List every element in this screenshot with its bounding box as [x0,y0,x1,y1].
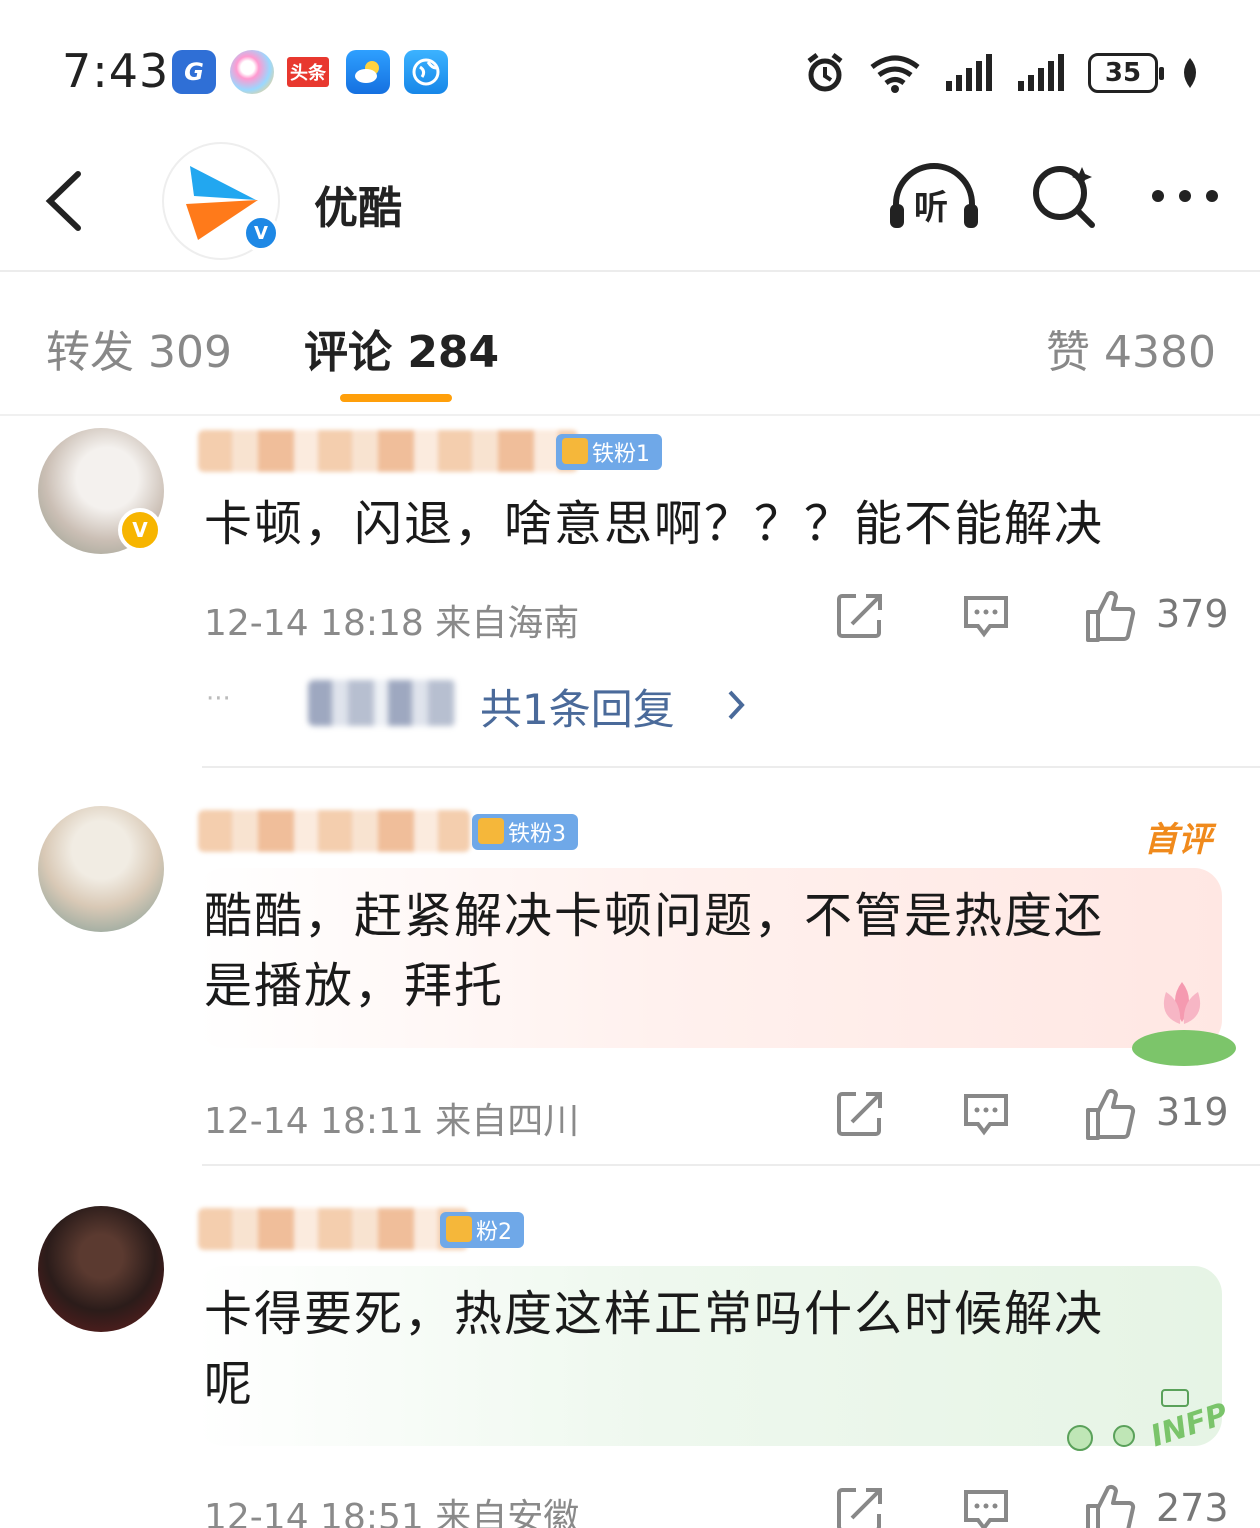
verified-badge: V [242,214,280,252]
reply-dots: ··· [206,684,231,714]
toutiao-app-icon: 头条 [286,50,330,94]
commenter-avatar[interactable] [38,1206,164,1332]
comment-meta: 12-14 18:18 来自海南 [204,603,580,644]
weather-app-icon [346,50,390,94]
comment-text: 卡顿，闪退，啥意思啊？？？能不能解决 [204,496,1105,552]
comment-icon[interactable] [960,1088,1012,1140]
signal-icon [946,54,992,91]
alarm-icon [807,53,843,92]
comment-actions: 319 [834,1084,1234,1144]
commenter-name[interactable] [198,1208,468,1250]
page-title: 优酷 [314,183,402,234]
listen-button[interactable]: 听 [888,160,980,232]
nav-actions: 听 [888,160,1220,232]
comment-item[interactable]: 铁粉3 首评 酷酷，赶紧解决卡顿问题，不管是热度还 是播放，拜托 12-14 1… [0,798,1260,1166]
fan-badge-label: 粉2 [476,1220,512,1245]
chevron-right-icon [728,690,745,720]
crown-icon [446,1216,472,1242]
status-indicators: 35 [804,46,1200,100]
toutiao-label: 头条 [287,57,329,87]
comment-divider [202,766,1260,768]
color-circle-app-icon [230,50,274,94]
listen-label: 听 [914,188,948,228]
comment-icon[interactable] [960,590,1012,642]
nav-bar: V 优酷 听 [0,140,1260,272]
active-tab-indicator [340,394,452,402]
infp-sticker: INFP [1064,1384,1244,1464]
reply-preview[interactable]: ··· 共1条回复 [204,676,824,736]
tab-likes[interactable]: 赞 4380 [1046,316,1216,380]
commenter-name[interactable] [198,430,578,472]
crown-icon [562,438,588,464]
clock: 7:43 [62,44,170,98]
reply-count-link[interactable]: 共1条回复 [480,676,675,737]
tab-bar: 转发 309 评论 284 赞 4380 [0,272,1260,416]
comment-meta: 12-14 18:51 来自安徽 [204,1497,580,1528]
fan-level-badge: 铁粉3 [472,814,578,850]
battery-indicator: 35 [1088,53,1164,93]
signal-icon-2 [1018,54,1064,91]
search-icon[interactable] [1030,161,1100,231]
like-icon[interactable] [1082,1482,1138,1528]
share-icon[interactable] [834,590,886,642]
comment-text-line1: 酷酷，赶紧解决卡顿问题，不管是热度还 [204,888,1105,944]
comment-actions: 379 [834,586,1234,646]
leaf-icon [1184,58,1196,88]
gf-app-icon: G [172,50,216,94]
share-icon[interactable] [834,1484,886,1528]
fan-level-badge: 铁粉1 [556,434,662,470]
status-bar: 7:43 G 头条 35 [0,0,1260,140]
first-comment-badge: 首评 [1144,820,1212,860]
reply-author-blur [308,680,456,726]
like-count: 379 [1156,592,1229,636]
like-icon[interactable] [1082,1086,1138,1142]
commenter-name[interactable] [198,810,470,852]
like-icon[interactable] [1082,588,1138,644]
fan-badge-label: 铁粉3 [508,822,566,847]
comment-text-line2: 是播放，拜托 [204,958,505,1014]
like-count: 319 [1156,1090,1229,1134]
lotus-sticker-icon [1132,982,1236,1066]
account-avatar[interactable]: V [162,142,280,260]
browser-app-icon [404,50,448,94]
share-icon[interactable] [834,1088,886,1140]
comment-text-line1: 卡得要死，热度这样正常吗什么时候解决 [204,1286,1105,1342]
more-options-icon[interactable] [1150,186,1220,206]
tab-comments[interactable]: 评论 284 [304,316,499,380]
comment-item[interactable]: 粉2 卡得要死，热度这样正常吗什么时候解决 呢 INFP 12-14 18:51… [0,1196,1260,1528]
crown-icon [478,818,504,844]
comment-divider [202,1164,1260,1166]
comment-actions: 273 [834,1480,1234,1528]
comment-meta: 12-14 18:11 来自四川 [204,1101,580,1142]
comment-item[interactable]: V 铁粉1 卡顿，闪退，啥意思啊？？？能不能解决 12-14 18:18 来自海… [0,418,1260,770]
back-arrow-icon[interactable] [38,166,98,236]
vip-badge: V [118,508,162,552]
fan-level-badge: 粉2 [440,1212,524,1248]
fan-badge-label: 铁粉1 [592,442,650,467]
comment-text-line2: 呢 [204,1356,255,1412]
comment-icon[interactable] [960,1484,1012,1528]
commenter-avatar[interactable] [38,806,164,932]
wifi-icon [870,55,920,93]
like-count: 273 [1156,1486,1229,1528]
tab-repost[interactable]: 转发 309 [46,316,232,380]
